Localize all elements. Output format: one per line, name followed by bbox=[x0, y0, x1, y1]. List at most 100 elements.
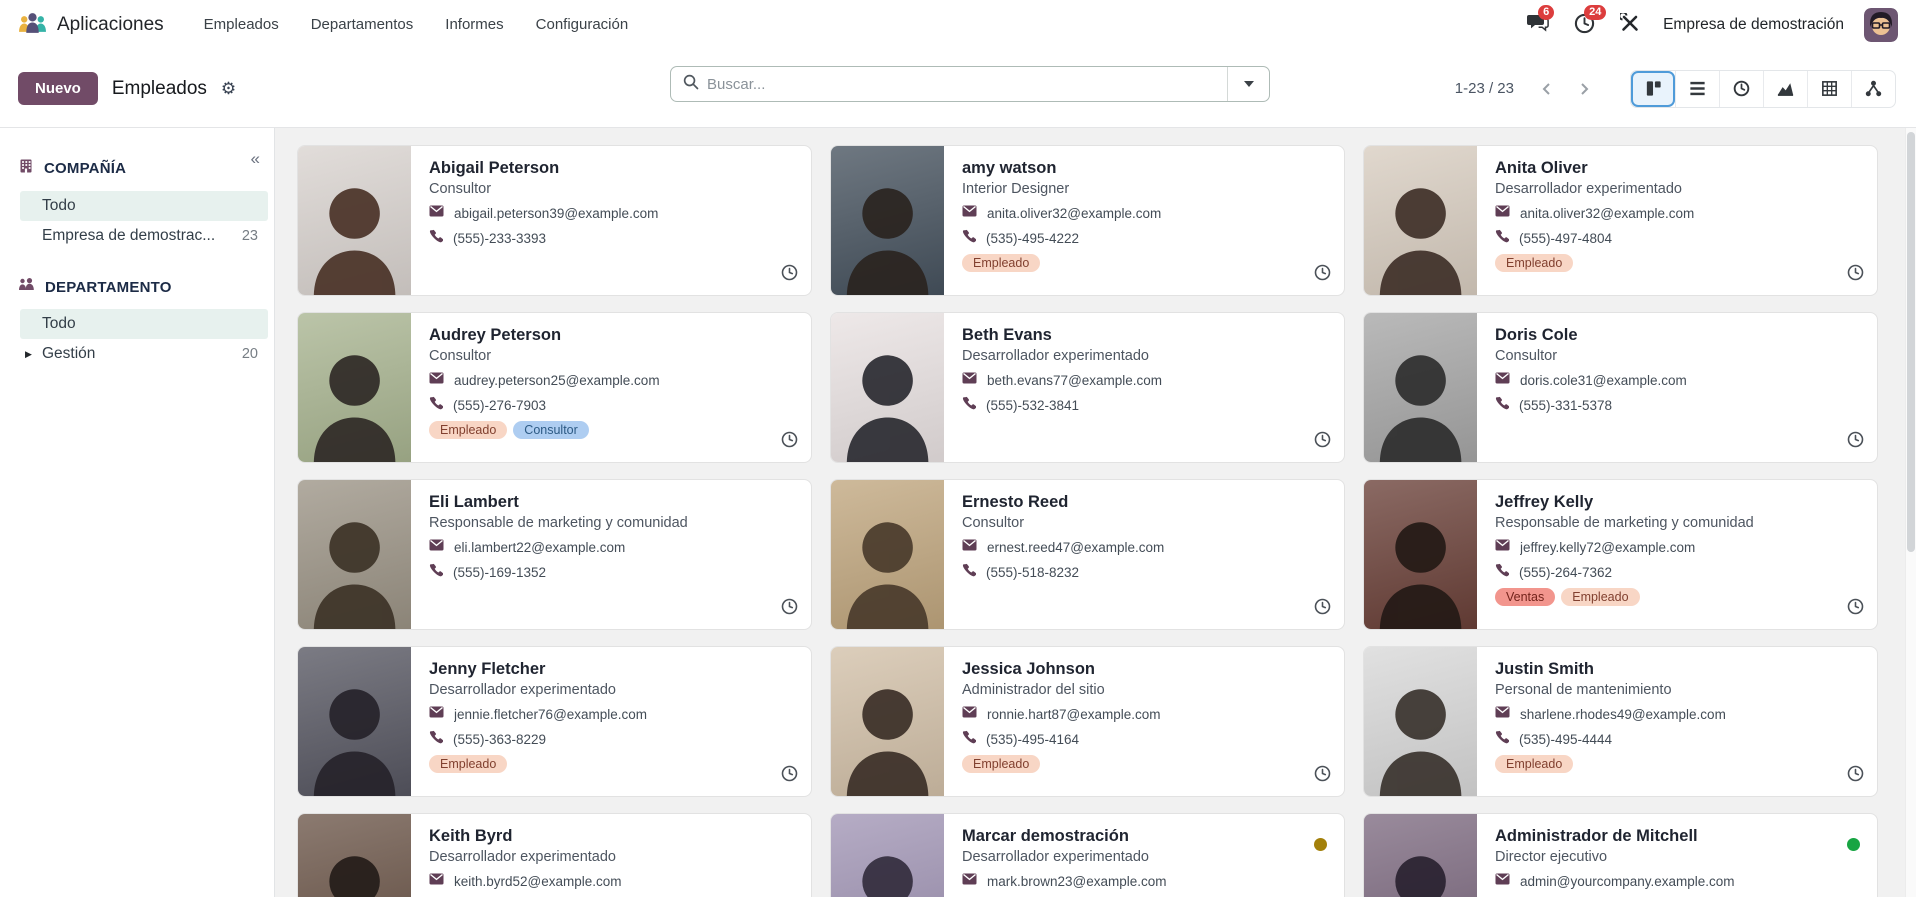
employee-email[interactable]: mark.brown23@example.com bbox=[987, 874, 1167, 889]
person-silhouette bbox=[846, 188, 929, 295]
employee-phone[interactable]: (555)-276-7903 bbox=[453, 398, 546, 413]
employee-email[interactable]: admin@yourcompany.example.com bbox=[1520, 874, 1735, 889]
sidebar-collapse-button[interactable]: « bbox=[251, 150, 260, 167]
employee-card-ernesto-reed[interactable]: Ernesto Reed Consultor ernest.reed47@exa… bbox=[830, 479, 1345, 630]
pager-next-button[interactable] bbox=[1565, 71, 1602, 107]
view-kanban-button[interactable] bbox=[1631, 70, 1675, 107]
tag-empleado[interactable]: Empleado bbox=[429, 421, 508, 439]
activity-clock-icon[interactable] bbox=[1847, 598, 1864, 620]
nav-item-empleados[interactable]: Empleados bbox=[192, 10, 291, 39]
employee-email[interactable]: jeffrey.kelly72@example.com bbox=[1520, 540, 1695, 555]
activity-clock-icon[interactable] bbox=[781, 431, 798, 453]
new-button[interactable]: Nuevo bbox=[18, 72, 98, 105]
activity-clock-icon[interactable] bbox=[781, 598, 798, 620]
email-icon bbox=[962, 705, 977, 723]
activity-clock-icon[interactable] bbox=[1314, 264, 1331, 286]
employee-card-beth-evans[interactable]: Beth Evans Desarrollador experimentado b… bbox=[830, 312, 1345, 463]
employee-card-jessica-johnson[interactable]: Jessica Johnson Administrador del sitio … bbox=[830, 646, 1345, 797]
employee-email[interactable]: beth.evans77@example.com bbox=[987, 373, 1162, 388]
tag-ventas[interactable]: Ventas bbox=[1495, 588, 1556, 606]
employee-phone[interactable]: (535)-495-4164 bbox=[986, 732, 1079, 747]
employee-email[interactable]: keith.byrd52@example.com bbox=[454, 874, 622, 889]
employee-email[interactable]: eli.lambert22@example.com bbox=[454, 540, 625, 555]
employee-email[interactable]: audrey.peterson25@example.com bbox=[454, 373, 660, 388]
employee-card-administrador-de-mitchell[interactable]: Administrador de Mitchell Director ejecu… bbox=[1363, 813, 1878, 897]
scrollbar-thumb[interactable] bbox=[1907, 132, 1915, 552]
employee-card-jenny-fletcher[interactable]: Jenny Fletcher Desarrollador experimenta… bbox=[297, 646, 812, 797]
employee-card-abigail-peterson[interactable]: Abigail Peterson Consultor abigail.peter… bbox=[297, 145, 812, 296]
sidebar-item-empresa-de-demostrac[interactable]: Empresa de demostrac... 23 bbox=[20, 221, 268, 251]
tag-empleado[interactable]: Empleado bbox=[1561, 588, 1640, 606]
employee-email[interactable]: anita.oliver32@example.com bbox=[1520, 206, 1694, 221]
tag-empleado[interactable]: Empleado bbox=[1495, 254, 1574, 272]
developer-tools-button[interactable] bbox=[1617, 11, 1643, 38]
vertical-scrollbar[interactable] bbox=[1905, 128, 1916, 897]
kanban-grid: Abigail Peterson Consultor abigail.peter… bbox=[275, 128, 1916, 897]
activity-clock-icon[interactable] bbox=[1847, 264, 1864, 286]
apps-menu[interactable]: Aplicaciones bbox=[18, 11, 164, 39]
employee-tags: Empleado Consultor bbox=[429, 421, 795, 439]
employee-phone[interactable]: (535)-495-4222 bbox=[986, 231, 1079, 246]
nav-item-configuraci-n[interactable]: Configuración bbox=[524, 10, 641, 39]
employee-email[interactable]: jennie.fletcher76@example.com bbox=[454, 707, 647, 722]
search-filters-toggle[interactable] bbox=[1227, 67, 1269, 101]
employee-email[interactable]: sharlene.rhodes49@example.com bbox=[1520, 707, 1726, 722]
tag-empleado[interactable]: Empleado bbox=[962, 254, 1041, 272]
view-switcher bbox=[1630, 69, 1896, 108]
tag-empleado[interactable]: Empleado bbox=[962, 755, 1041, 773]
employee-phone[interactable]: (555)-331-5378 bbox=[1519, 398, 1612, 413]
employee-card-eli-lambert[interactable]: Eli Lambert Responsable de marketing y c… bbox=[297, 479, 812, 630]
view-list-button[interactable] bbox=[1675, 70, 1719, 107]
sidebar-section-title: DEPARTAMENTO bbox=[45, 278, 172, 296]
sidebar-item-todo[interactable]: Todo bbox=[20, 309, 268, 339]
nav-item-departamentos[interactable]: Departamentos bbox=[299, 10, 426, 39]
activity-clock-icon[interactable] bbox=[1314, 765, 1331, 787]
employee-email[interactable]: ernest.reed47@example.com bbox=[987, 540, 1164, 555]
employee-card-amy-watson[interactable]: amy watson Interior Designer anita.olive… bbox=[830, 145, 1345, 296]
employee-phone[interactable]: (555)-497-4804 bbox=[1519, 231, 1612, 246]
employee-phone[interactable]: (555)-233-3393 bbox=[453, 231, 546, 246]
employee-email[interactable]: ronnie.hart87@example.com bbox=[987, 707, 1161, 722]
employee-phone[interactable]: (555)-169-1352 bbox=[453, 565, 546, 580]
employee-phone[interactable]: (555)-518-8232 bbox=[986, 565, 1079, 580]
activity-clock-icon[interactable] bbox=[1314, 431, 1331, 453]
nav-item-informes[interactable]: Informes bbox=[433, 10, 515, 39]
employee-card-justin-smith[interactable]: Justin Smith Personal de mantenimiento s… bbox=[1363, 646, 1878, 797]
employee-email[interactable]: anita.oliver32@example.com bbox=[987, 206, 1161, 221]
employee-phone[interactable]: (555)-363-8229 bbox=[453, 732, 546, 747]
activity-clock-icon[interactable] bbox=[781, 765, 798, 787]
employee-phone[interactable]: (555)-532-3841 bbox=[986, 398, 1079, 413]
activity-clock-icon[interactable] bbox=[781, 264, 798, 286]
view-graph-button[interactable] bbox=[1763, 70, 1807, 107]
employee-email[interactable]: doris.cole31@example.com bbox=[1520, 373, 1687, 388]
search-input[interactable] bbox=[707, 75, 1227, 93]
employee-email[interactable]: abigail.peterson39@example.com bbox=[454, 206, 658, 221]
user-avatar[interactable] bbox=[1864, 7, 1898, 42]
employee-card-marcar-demostraci-n[interactable]: Marcar demostración Desarrollador experi… bbox=[830, 813, 1345, 897]
tag-empleado[interactable]: Empleado bbox=[1495, 755, 1574, 773]
activity-clock-icon[interactable] bbox=[1847, 765, 1864, 787]
employee-phone[interactable]: (535)-495-4444 bbox=[1519, 732, 1612, 747]
pager-text: 1-23 / 23 bbox=[1454, 80, 1514, 97]
tag-consultor[interactable]: Consultor bbox=[513, 421, 589, 439]
employee-card-jeffrey-kelly[interactable]: Jeffrey Kelly Responsable de marketing y… bbox=[1363, 479, 1878, 630]
activity-clock-icon[interactable] bbox=[1314, 598, 1331, 620]
activities-button[interactable]: 24 bbox=[1571, 4, 1607, 38]
view-pivot-button[interactable] bbox=[1807, 70, 1851, 107]
employee-card-anita-oliver[interactable]: Anita Oliver Desarrollador experimentado… bbox=[1363, 145, 1878, 296]
employee-phone[interactable]: (555)-264-7362 bbox=[1519, 565, 1612, 580]
tag-empleado[interactable]: Empleado bbox=[429, 755, 508, 773]
sidebar-item-todo[interactable]: Todo bbox=[20, 191, 268, 221]
sidebar-item-gesti-n[interactable]: ▶ Gestión 20 bbox=[20, 339, 268, 369]
activity-clock-icon[interactable] bbox=[1847, 431, 1864, 453]
employee-card-audrey-peterson[interactable]: Audrey Peterson Consultor audrey.peterso… bbox=[297, 312, 812, 463]
view-hierarchy-button[interactable] bbox=[1851, 70, 1895, 107]
company-switcher[interactable]: Empresa de demostración bbox=[1663, 16, 1844, 34]
expand-caret-icon[interactable]: ▶ bbox=[25, 349, 32, 360]
messages-button[interactable]: 6 bbox=[1525, 4, 1555, 38]
view-settings-gear-icon[interactable]: ⚙ bbox=[221, 80, 236, 97]
view-activity-button[interactable] bbox=[1719, 70, 1763, 107]
employee-card-doris-cole[interactable]: Doris Cole Consultor doris.cole31@exampl… bbox=[1363, 312, 1878, 463]
employee-card-keith-byrd[interactable]: Keith Byrd Desarrollador experimentado k… bbox=[297, 813, 812, 897]
pager-previous-button[interactable] bbox=[1528, 71, 1565, 107]
